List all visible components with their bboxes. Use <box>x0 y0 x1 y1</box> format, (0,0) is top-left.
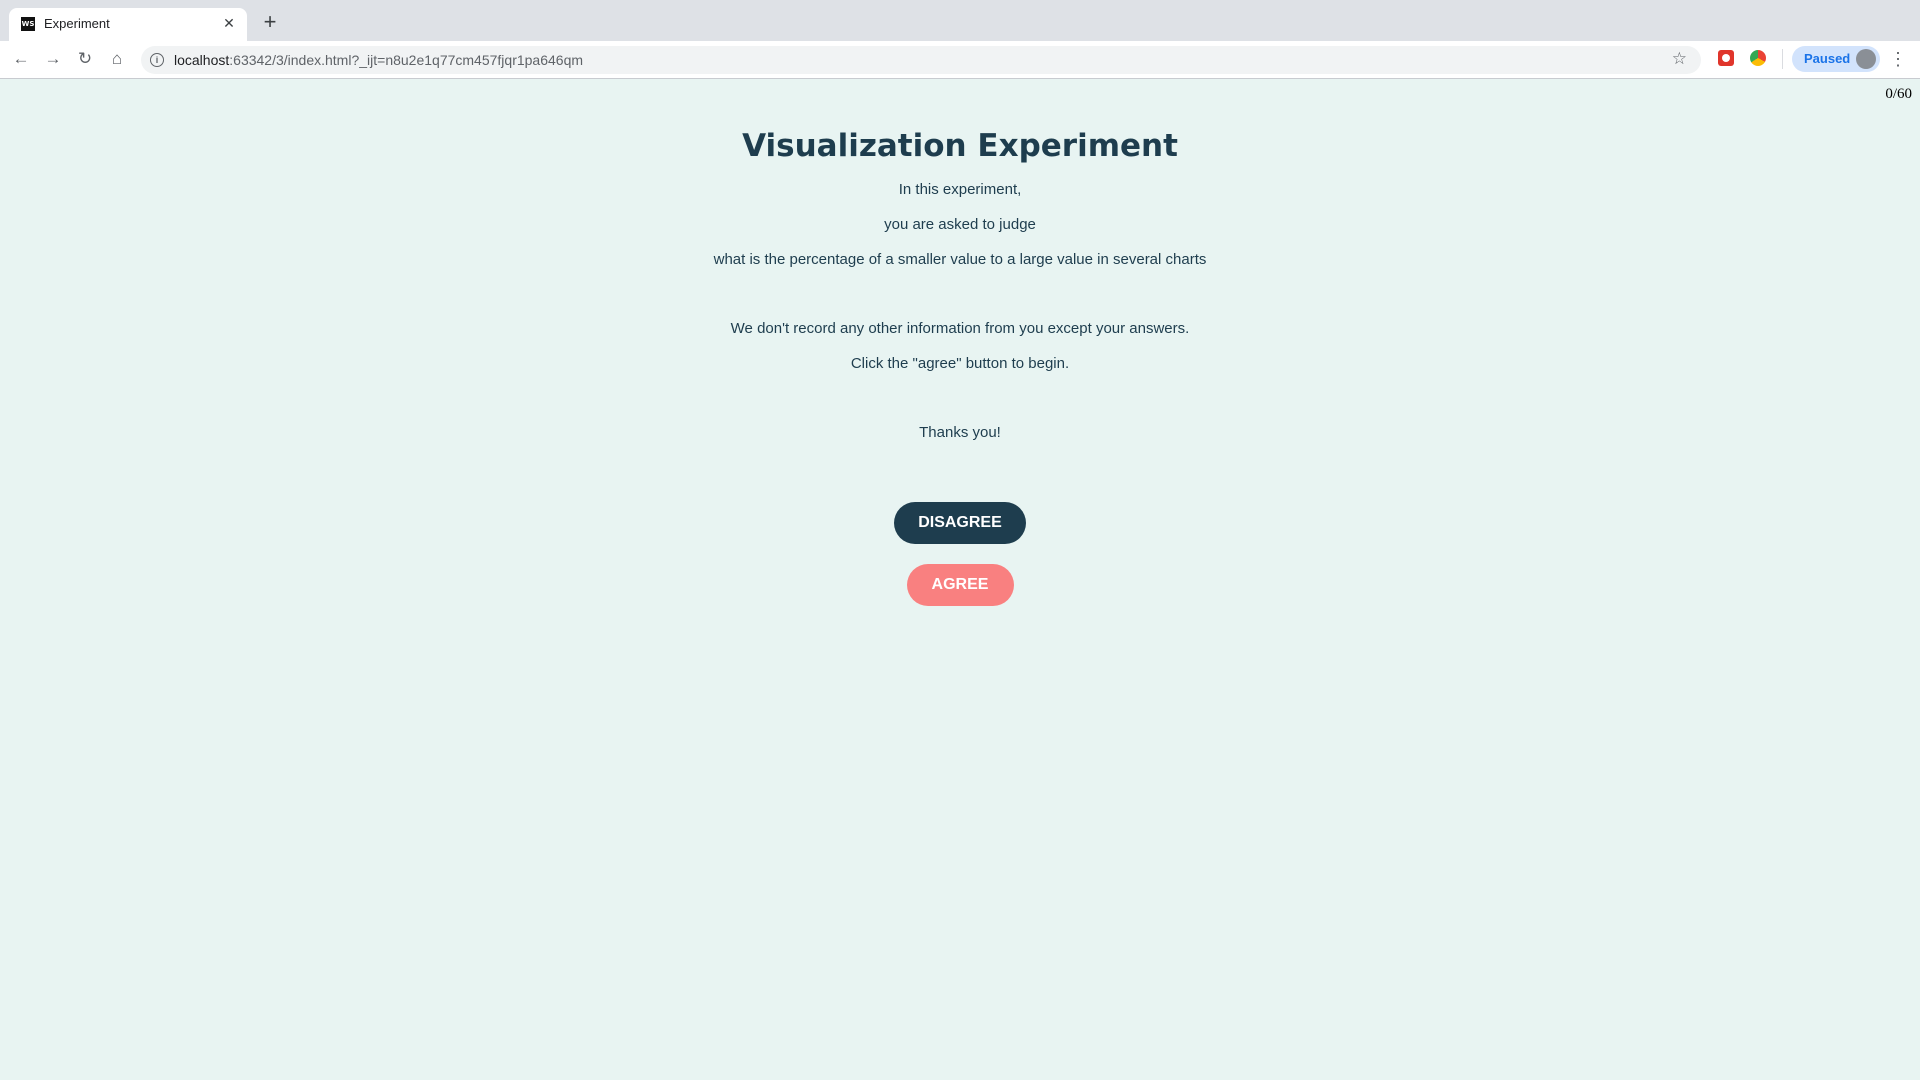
page-title: Visualization Experiment <box>742 128 1178 164</box>
instruction-text: Click the "agree" button to begin. <box>850 355 1070 372</box>
progress-counter: 0/60 <box>1885 86 1912 102</box>
browser-toolbar: ← → ↻ ⌂ i localhost:63342/3/index.html?_… <box>0 41 1920 79</box>
new-tab-icon[interactable]: + <box>260 11 280 33</box>
tab-strip: WS Experiment ✕ + <box>0 0 1920 41</box>
intro-line-2: you are asked to judge <box>884 216 1036 233</box>
home-icon[interactable]: ⌂ <box>106 48 128 70</box>
webstorm-favicon-icon: WS <box>21 17 35 31</box>
tab-title: Experiment <box>44 16 110 31</box>
agree-button[interactable]: AGREE <box>906 564 1014 606</box>
consent-panel: Visualization Experiment In this experim… <box>0 120 1920 606</box>
thanks-text: Thanks you! <box>919 424 1001 441</box>
profile-button[interactable]: Paused <box>1792 46 1880 72</box>
profile-status: Paused <box>1804 51 1851 66</box>
intro-line-1: In this experiment, <box>898 181 1022 198</box>
privacy-note: We don't record any other information fr… <box>730 320 1190 337</box>
avatar <box>1856 49 1876 69</box>
intro-line-3: what is the percentage of a smaller valu… <box>713 251 1207 268</box>
close-icon[interactable]: ✕ <box>220 14 238 32</box>
forward-icon[interactable]: → <box>42 48 64 70</box>
extension-red-icon[interactable] <box>1718 50 1734 66</box>
tab-experiment[interactable]: WS Experiment ✕ <box>9 8 247 41</box>
address-bar[interactable]: i localhost:63342/3/index.html?_ijt=n8u2… <box>141 46 1701 74</box>
disagree-button[interactable]: DISAGREE <box>894 502 1026 544</box>
toolbar-divider <box>1782 49 1783 69</box>
extension-chrome-icon[interactable] <box>1750 50 1766 66</box>
url-text[interactable]: localhost:63342/3/index.html?_ijt=n8u2e1… <box>174 52 583 68</box>
info-icon[interactable]: i <box>150 53 164 67</box>
url-host: localhost <box>174 52 230 68</box>
reload-icon[interactable]: ↻ <box>74 48 96 70</box>
back-icon[interactable]: ← <box>10 48 32 70</box>
star-icon[interactable]: ☆ <box>1672 49 1687 69</box>
kebab-menu-icon[interactable]: ⋮ <box>1888 48 1908 70</box>
url-path: :63342/3/index.html?_ijt=n8u2e1q77cm457f… <box>229 52 584 68</box>
